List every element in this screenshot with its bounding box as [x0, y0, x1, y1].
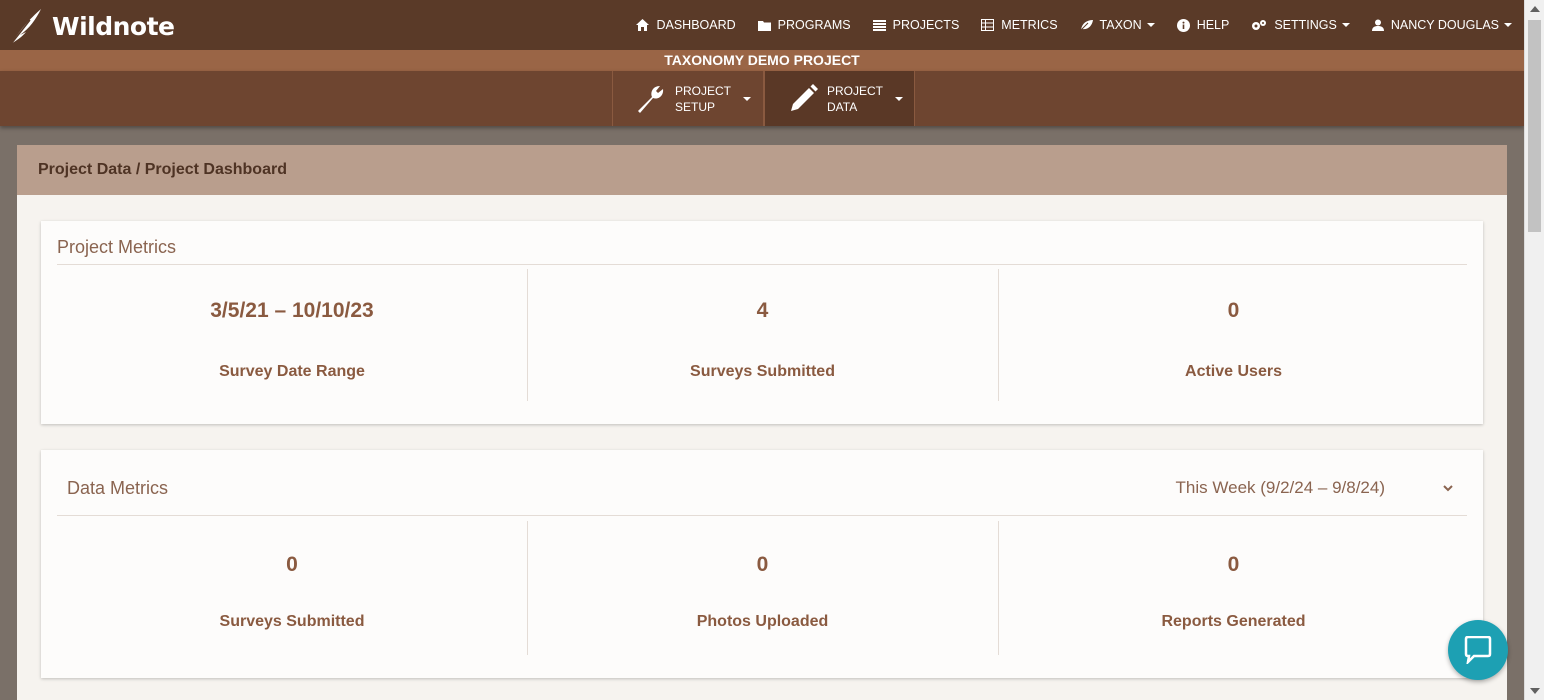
chat-support-button[interactable]: [1448, 620, 1508, 680]
metric-label: Photos Uploaded: [696, 613, 829, 630]
nav-projects[interactable]: PROJECTS: [872, 18, 960, 32]
user-icon: [1371, 19, 1384, 31]
nav-programs[interactable]: PROGRAMS: [757, 18, 851, 32]
metric-label: Surveys Submitted: [219, 613, 365, 630]
home-icon: [636, 19, 650, 31]
metric-label: Survey Date Range: [219, 363, 365, 380]
main-nav: DASHBOARD PROGRAMS PROJECTS METRICS TAXO…: [614, 0, 1512, 50]
project-dashboard-panel: Project Data / Project Dashboard Project…: [17, 145, 1507, 700]
gears-icon: [1252, 19, 1267, 30]
project-data-menu[interactable]: PROJECT DATA: [764, 71, 915, 126]
metric-surveys-submitted: 0 Surveys Submitted: [57, 521, 527, 655]
nav-taxon[interactable]: TAXON: [1080, 18, 1155, 32]
project-title: TAXONOMY DEMO PROJECT: [664, 52, 860, 68]
leaf-icon: [1080, 20, 1093, 31]
breadcrumb-text: Project Data / Project Dashboard: [38, 161, 287, 178]
project-setup-label: PROJECT SETUP: [675, 83, 731, 115]
wrench-icon: [635, 83, 667, 115]
project-metrics-title: Project Metrics: [57, 237, 177, 257]
nav-user-label: NANCY DOUGLAS: [1390, 18, 1499, 32]
metric-value: 0: [1227, 299, 1240, 322]
nav-settings[interactable]: SETTINGS: [1251, 18, 1350, 32]
table-icon: [981, 19, 995, 31]
period-select-value: This Week (9/2/24 – 9/8/24): [1175, 478, 1385, 497]
metric-value: 0: [1227, 553, 1240, 576]
project-data-line1: PROJECT: [827, 83, 884, 98]
project-metrics-card: Project Metrics 3/5/21 – 10/10/23 Survey…: [41, 221, 1483, 424]
metric-label: Surveys Submitted: [690, 363, 835, 380]
nav-dashboard-label: DASHBOARD: [656, 18, 736, 32]
project-setup-line2: SETUP: [675, 99, 716, 114]
project-setup-line1: PROJECT: [675, 83, 732, 98]
top-navbar: Wildnote DASHBOARD PROGRAMS PROJECTS MET…: [0, 0, 1524, 50]
info-icon: [1176, 18, 1190, 32]
metric-label: Active Users: [1185, 363, 1282, 380]
nav-help[interactable]: HELP: [1176, 18, 1230, 32]
metric-survey-date-range: 3/5/21 – 10/10/23 Survey Date Range: [57, 269, 527, 401]
list-icon: [872, 19, 886, 31]
project-setup-menu[interactable]: PROJECT SETUP: [612, 71, 764, 126]
feather-logo-icon: [10, 9, 41, 45]
divider: [57, 264, 1467, 265]
folder-icon: [757, 20, 771, 31]
chevron-down-icon: [1341, 23, 1350, 27]
chevron-down-icon: [743, 96, 752, 101]
chevron-down-icon: [895, 96, 904, 101]
chevron-down-icon: [1146, 23, 1155, 27]
chat-bubble-icon: [1464, 636, 1492, 664]
nav-help-label: HELP: [1196, 18, 1230, 32]
vertical-scrollbar[interactable]: [1524, 0, 1544, 700]
pencil-icon: [787, 83, 819, 115]
metric-value: 3/5/21 – 10/10/23: [210, 299, 374, 322]
chevron-down-icon: [1504, 23, 1512, 27]
nav-settings-label: SETTINGS: [1274, 18, 1337, 32]
metric-reports-generated: 0 Reports Generated: [998, 521, 1468, 655]
nav-metrics[interactable]: METRICS: [981, 18, 1058, 32]
wildnote-logo[interactable]: Wildnote: [8, 6, 175, 46]
nav-metrics-label: METRICS: [1001, 18, 1058, 32]
scroll-thumb[interactable]: [1528, 20, 1541, 232]
metric-value: 0: [286, 553, 298, 576]
metric-surveys-submitted: 4 Surveys Submitted: [527, 269, 997, 401]
nav-taxon-label: TAXON: [1099, 18, 1142, 32]
metric-photos-uploaded: 0 Photos Uploaded: [527, 521, 997, 655]
scroll-up-arrow-icon[interactable]: [1530, 6, 1540, 12]
project-data-line2: DATA: [827, 99, 858, 114]
metric-label: Reports Generated: [1161, 613, 1306, 630]
metric-value: 4: [756, 299, 769, 322]
divider: [57, 515, 1467, 516]
period-select[interactable]: This Week (9/2/24 – 9/8/24): [1176, 478, 1453, 498]
breadcrumb: Project Data / Project Dashboard: [17, 145, 1507, 195]
project-subnav: PROJECT SETUP PROJECT DATA: [0, 71, 1524, 126]
metric-active-users: 0 Active Users: [998, 269, 1468, 401]
chevron-down-icon: [1443, 484, 1453, 491]
nav-programs-label: PROGRAMS: [777, 18, 851, 32]
nav-dashboard[interactable]: DASHBOARD: [636, 18, 736, 32]
nav-user-menu[interactable]: NANCY DOUGLAS: [1371, 18, 1512, 32]
project-title-bar: TAXONOMY DEMO PROJECT: [0, 50, 1524, 71]
project-data-label: PROJECT DATA: [827, 83, 883, 115]
metric-value: 0: [756, 553, 769, 576]
app-name: Wildnote: [52, 11, 175, 41]
data-metrics-title: Data Metrics: [67, 478, 169, 498]
nav-projects-label: PROJECTS: [892, 18, 960, 32]
data-metrics-card: Data Metrics This Week (9/2/24 – 9/8/24)…: [41, 450, 1483, 678]
scroll-down-arrow-icon[interactable]: [1530, 688, 1540, 694]
